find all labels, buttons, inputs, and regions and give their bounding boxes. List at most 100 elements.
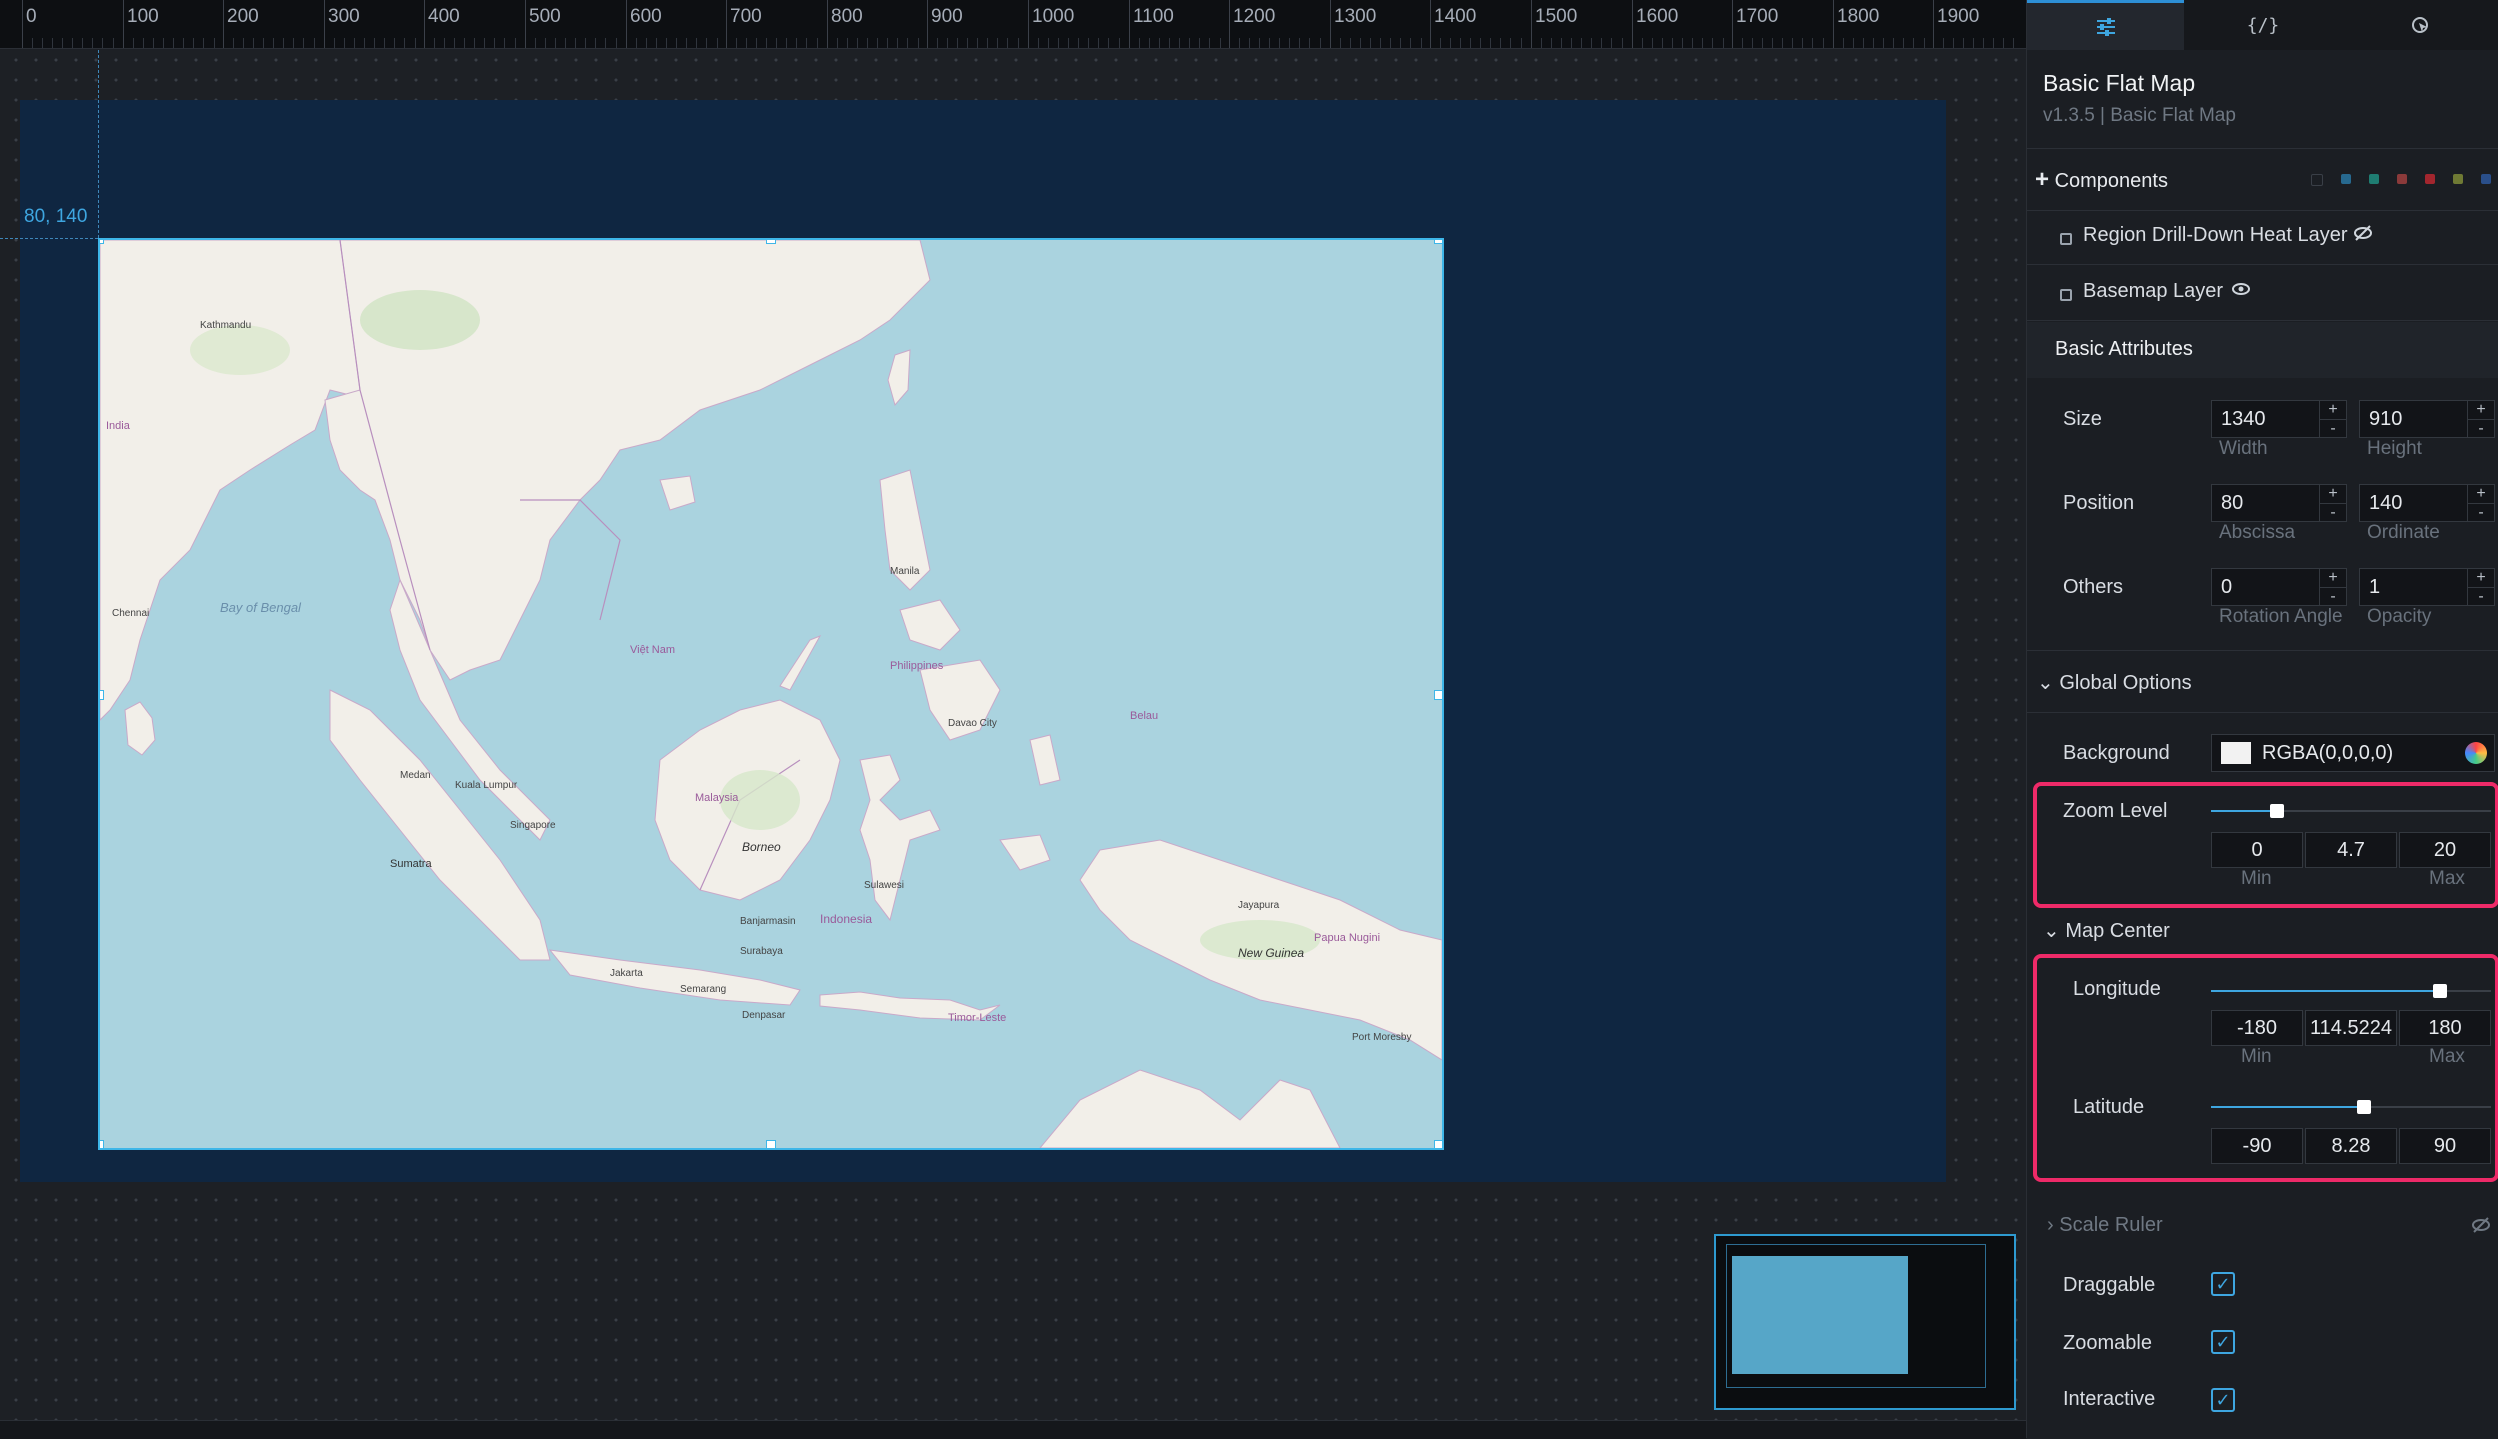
ruler-minor-tick (1460, 38, 1461, 48)
latitude-max-input[interactable]: 90 (2399, 1128, 2491, 1164)
ruler-minor-tick (253, 38, 254, 48)
zoom-max-input[interactable]: 20 (2399, 832, 2491, 868)
width-stepper[interactable]: + - (2319, 401, 2346, 437)
zoom-slider-thumb[interactable] (2270, 804, 2284, 818)
latitude-slider-thumb[interactable] (2357, 1100, 2371, 1114)
map-center-label: Map Center (2065, 920, 2170, 942)
ruler-minor-tick (1119, 38, 1120, 48)
ruler-minor-tick (1108, 38, 1109, 48)
latitude-value-input[interactable]: 8.28 (2305, 1128, 2397, 1164)
ruler-minor-tick (1018, 38, 1019, 48)
basic-flat-map-component[interactable]: Bay of Bengal Kathmandu India Chennai Vi… (98, 238, 1444, 1150)
ordinate-stepper[interactable]: + - (2467, 485, 2494, 521)
scale-ruler-header[interactable]: › Scale Ruler (2047, 1214, 2163, 1237)
map-label-singapore: Singapore (510, 820, 556, 831)
decrement-button[interactable]: - (2320, 420, 2346, 438)
eye-off-icon[interactable] (2353, 224, 2373, 247)
longitude-min-input[interactable]: -180 (2211, 1010, 2303, 1046)
decrement-button[interactable]: - (2320, 504, 2346, 522)
ruler-minor-tick (1561, 38, 1562, 48)
longitude-max-input[interactable]: 180 (2399, 1010, 2491, 1046)
rotation-input[interactable]: 0 + - (2211, 568, 2347, 606)
canvas-minimap[interactable] (1714, 1234, 2016, 1410)
land-hainan (659, 475, 696, 511)
height-stepper[interactable]: + - (2467, 401, 2494, 437)
canvas-workspace[interactable]: 0 100 200 300 400 500 600 700 800 900 1000 1100 1200… (0, 0, 2026, 1439)
increment-button[interactable]: + (2320, 485, 2346, 504)
opacity-stepper[interactable]: + - (2467, 569, 2494, 605)
background-color-input[interactable]: RGBA(0,0,0,0) (2211, 734, 2495, 772)
ruler-minor-tick (1220, 38, 1221, 48)
increment-button[interactable]: + (2468, 569, 2494, 588)
abscissa-input[interactable]: 80 + - (2211, 484, 2347, 522)
height-input[interactable]: 910 + - (2359, 400, 2495, 438)
decrement-button[interactable]: - (2468, 588, 2494, 606)
chevron-down-icon: ⌄ (2043, 920, 2060, 942)
decrement-button[interactable]: - (2320, 588, 2346, 606)
map-center-header[interactable]: ⌄ Map Center (2043, 918, 2170, 943)
components-header[interactable]: + Components (2035, 166, 2168, 194)
eye-icon[interactable] (2231, 280, 2251, 303)
increment-button[interactable]: + (2320, 569, 2346, 588)
tab-interaction[interactable] (2342, 0, 2498, 50)
color-picker-icon[interactable] (2465, 742, 2487, 764)
map-label-timor-leste: Timor-Leste (948, 1012, 1007, 1024)
interaction-icon (2412, 17, 2429, 33)
zoom-max-caption: Max (2429, 868, 2465, 889)
ruler-minor-tick (273, 38, 274, 48)
zoom-slider-fill (2211, 810, 2277, 812)
latitude-min-input[interactable]: -90 (2211, 1128, 2303, 1164)
opacity-input[interactable]: 1 + - (2359, 568, 2495, 606)
tab-code[interactable]: {/} (2184, 0, 2341, 50)
ruler-major-tick (626, 0, 627, 48)
resize-handle-mr[interactable] (1434, 690, 1442, 700)
ruler-minor-tick (1098, 38, 1099, 48)
width-input[interactable]: 1340 + - (2211, 400, 2347, 438)
ruler-minor-tick (474, 38, 475, 48)
color-swatch[interactable] (2221, 742, 2251, 764)
ruler-minor-tick (1983, 38, 1984, 48)
zoom-value-input[interactable]: 4.7 (2305, 832, 2397, 868)
ruler-minor-tick (1259, 38, 1260, 48)
resize-handle-bl[interactable] (100, 1140, 104, 1148)
ruler-minor-tick (1159, 38, 1160, 48)
layer-item-basemap[interactable]: Basemap Layer (2027, 266, 2498, 320)
decrement-button[interactable]: - (2468, 420, 2494, 438)
abscissa-stepper[interactable]: + - (2319, 485, 2346, 521)
resize-handle-tl[interactable] (100, 240, 104, 244)
ruler-tick-label: 400 (428, 6, 460, 27)
increment-button[interactable]: + (2468, 485, 2494, 504)
global-options-header[interactable]: ⌄ Global Options (2037, 670, 2192, 695)
resize-handle-tm[interactable] (766, 240, 776, 244)
resize-handle-br[interactable] (1434, 1140, 1442, 1148)
ordinate-input[interactable]: 140 + - (2359, 484, 2495, 522)
zoomable-checkbox[interactable]: ✓ (2211, 1330, 2235, 1354)
ruler-minor-tick (616, 38, 617, 48)
minimap-viewport[interactable] (1732, 1256, 1908, 1374)
rotation-caption: Rotation Angle (2219, 606, 2343, 627)
longitude-slider-thumb[interactable] (2433, 984, 2447, 998)
rotation-stepper[interactable]: + - (2319, 569, 2346, 605)
interactive-checkbox[interactable]: ✓ (2211, 1388, 2235, 1412)
ruler-minor-tick (92, 38, 93, 48)
draggable-checkbox[interactable]: ✓ (2211, 1272, 2235, 1296)
layer-item-heat[interactable]: Region Drill-Down Heat Layer (2027, 210, 2498, 264)
ruler-minor-tick (1843, 38, 1844, 48)
longitude-value-input[interactable]: 114.5224 (2305, 1010, 2397, 1046)
ruler-minor-tick (887, 38, 888, 48)
increment-button[interactable]: + (2320, 401, 2346, 420)
ruler-minor-tick (2013, 38, 2014, 48)
resize-handle-ml[interactable] (100, 690, 104, 700)
eye-off-icon[interactable] (2471, 1216, 2491, 1239)
ruler-minor-tick (1903, 38, 1904, 48)
map-label-belau: Belau (1130, 710, 1159, 722)
zoom-min-input[interactable]: 0 (2211, 832, 2303, 868)
ruler-minor-tick (666, 38, 667, 48)
increment-button[interactable]: + (2468, 401, 2494, 420)
decrement-button[interactable]: - (2468, 504, 2494, 522)
ruler-minor-tick (967, 38, 968, 48)
tab-settings[interactable] (2027, 0, 2185, 50)
resize-handle-tr[interactable] (1434, 240, 1442, 244)
ruler-minor-tick (1682, 38, 1683, 48)
resize-handle-bm[interactable] (766, 1140, 776, 1148)
